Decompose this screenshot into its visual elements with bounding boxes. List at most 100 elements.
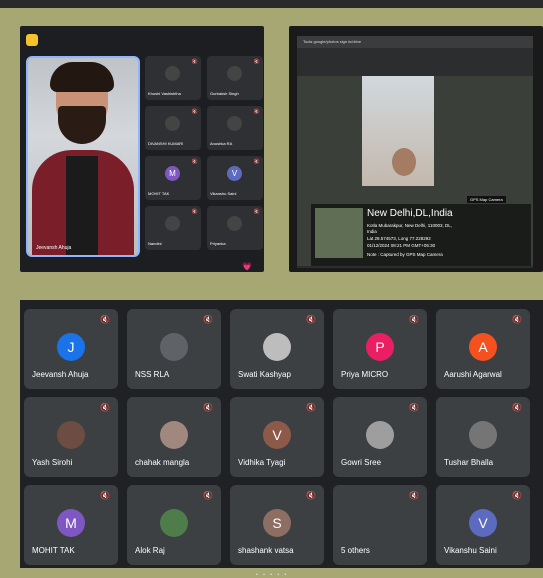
participant-tile[interactable]: 🔇 A Aarushi Agarwal (436, 309, 530, 389)
participant-name: Jeevansh Ahuja (32, 370, 89, 379)
heart-icon: 💗 (242, 262, 252, 271)
mic-off-icon: 🔇 (253, 109, 260, 115)
mic-off-icon: 🔇 (512, 491, 522, 500)
mic-off-icon: 🔇 (191, 109, 198, 115)
mini-tile-name: Priyanka (210, 241, 226, 246)
mini-tile[interactable]: 🔇 Khushi Vashishtha (145, 56, 201, 100)
mic-off-icon: 🔇 (306, 491, 316, 500)
mic-off-icon: 🔇 (100, 315, 110, 324)
avatar (165, 216, 180, 231)
active-speaker-tile[interactable]: Jeevansh Ahuja (26, 56, 140, 257)
mic-off-icon: 🔇 (306, 403, 316, 412)
mic-off-icon: 🔇 (203, 491, 213, 500)
avatar (165, 66, 180, 81)
mini-tile[interactable]: V 🔇 Vikanshu Saini (207, 156, 263, 200)
top-strip (0, 0, 543, 8)
mini-tile[interactable]: 🔇 Nandini (145, 206, 201, 250)
avatar: J (57, 333, 85, 361)
avatar (160, 333, 188, 361)
participant-name: 5 others (341, 546, 370, 555)
avatar: M (165, 166, 180, 181)
participant-tile[interactable]: 🔇 V Vidhika Tyagi (230, 397, 324, 477)
mic-off-icon: 🔇 (306, 315, 316, 324)
avatar (165, 116, 180, 131)
participant-tile[interactable]: 🔇 Swati Kashyap (230, 309, 324, 389)
gps-address-line1: Kotla Mubarakpur, New Delhi, 110003, DL, (367, 223, 452, 228)
mic-off-icon: 🔇 (409, 491, 419, 500)
mic-off-icon: 🔇 (409, 403, 419, 412)
participant-name: Tushar Bhalla (444, 458, 494, 467)
mic-off-icon: 🔇 (203, 315, 213, 324)
participant-tile[interactable]: 🔇 Tushar Bhalla (436, 397, 530, 477)
avatar (57, 421, 85, 449)
mini-tile[interactable]: 🔇 Priyanka (207, 206, 263, 250)
mic-off-icon: 🔇 (253, 209, 260, 215)
participant-tile[interactable]: 🔇 5 others (333, 485, 427, 565)
avatar (227, 66, 242, 81)
mini-tile-name: Gurbaksh Singh (210, 91, 239, 96)
map-thumbnail (315, 208, 363, 258)
participant-name: NSS RLA (135, 370, 170, 379)
participant-tile[interactable]: 🔇 Alok Raj (127, 485, 221, 565)
mini-tile[interactable]: 🔇 Gurbaksh Singh (207, 56, 263, 100)
mic-off-icon: 🔇 (512, 403, 522, 412)
mini-tile[interactable]: 🔇 DIVANSHI KUMARI (145, 106, 201, 150)
gps-datetime: 01/12/2024 08:21 PM GMT+05:30 (367, 243, 436, 248)
avatar (366, 421, 394, 449)
avatar (263, 333, 291, 361)
mic-off-icon: 🔇 (203, 403, 213, 412)
gps-city: New Delhi,DL,India (367, 208, 453, 219)
mic-off-icon: 🔇 (409, 315, 419, 324)
gps-coordinates: Lat 28.574573, Long 77.228292 (367, 236, 431, 241)
avatar (227, 216, 242, 231)
speaker-hair (50, 62, 114, 92)
participant-name: Aarushi Agarwal (444, 370, 502, 379)
avatar (160, 421, 188, 449)
mic-off-icon: 🔇 (191, 209, 198, 215)
mic-off-icon: 🔇 (100, 403, 110, 412)
participant-tile[interactable]: 🔇 Sshashank vatsa (230, 485, 324, 565)
avatar: M (57, 509, 85, 537)
mini-tile-name: Vikanshu Saini (210, 191, 237, 196)
avatar (366, 509, 394, 537)
participant-name: Yash Sirohi (32, 458, 73, 467)
participant-tile[interactable]: 🔇 NSS RLA (127, 309, 221, 389)
mini-tile-name: MOHIT TAK (148, 191, 170, 196)
avatar: V (263, 421, 291, 449)
gps-note: Note : Captured by GPS Map Camera (367, 252, 443, 257)
participant-tile[interactable]: 🔇 Yash Sirohi (24, 397, 118, 477)
mini-tile[interactable]: 🔇 Anushka RA (207, 106, 263, 150)
avatar: P (366, 333, 394, 361)
mic-off-icon: 🔇 (253, 59, 260, 65)
mini-tile[interactable]: M 🔇 MOHIT TAK (145, 156, 201, 200)
participant-name: chahak mangla (135, 458, 190, 467)
participant-tile[interactable]: 🔇 J Jeevansh Ahuja (24, 309, 118, 389)
browser-url: Tools google/photos sign in/drive (303, 39, 362, 44)
speaker-name: Jeevansh Ahuja (36, 245, 72, 251)
participant-tile[interactable]: 🔇 P Priya MICRO (333, 309, 427, 389)
mic-off-icon: 🔇 (100, 491, 110, 500)
participant-tile[interactable]: 🔇 chahak mangla (127, 397, 221, 477)
participant-tile[interactable]: 🔇 V Vikanshu Saini (436, 485, 530, 565)
avatar: V (227, 166, 242, 181)
participant-tile[interactable]: 🔇 Gowri Sree (333, 397, 427, 477)
participant-name: MOHIT TAK (32, 546, 75, 555)
avatar (469, 421, 497, 449)
screen-share[interactable]: Tools google/photos sign in/drive New De… (297, 36, 533, 268)
participant-tile[interactable]: 🔇 M MOHIT TAK (24, 485, 118, 565)
participant-name: Alok Raj (135, 546, 165, 555)
mini-tile-name: DIVANSHI KUMARI (148, 141, 184, 146)
participant-name: shashank vatsa (238, 546, 294, 555)
app-icon (26, 34, 38, 46)
gps-logo: GPS Map Camera (467, 196, 506, 203)
person-face (392, 148, 416, 176)
participant-name: Vidhika Tyagi (238, 458, 286, 467)
avatar: A (469, 333, 497, 361)
mic-off-icon: 🔇 (191, 159, 198, 165)
avatar: V (469, 509, 497, 537)
avatar: S (263, 509, 291, 537)
mic-off-icon: 🔇 (512, 315, 522, 324)
avatar (227, 116, 242, 131)
speaker-beard (58, 106, 106, 144)
page-indicator[interactable]: • • • • • (256, 572, 288, 578)
